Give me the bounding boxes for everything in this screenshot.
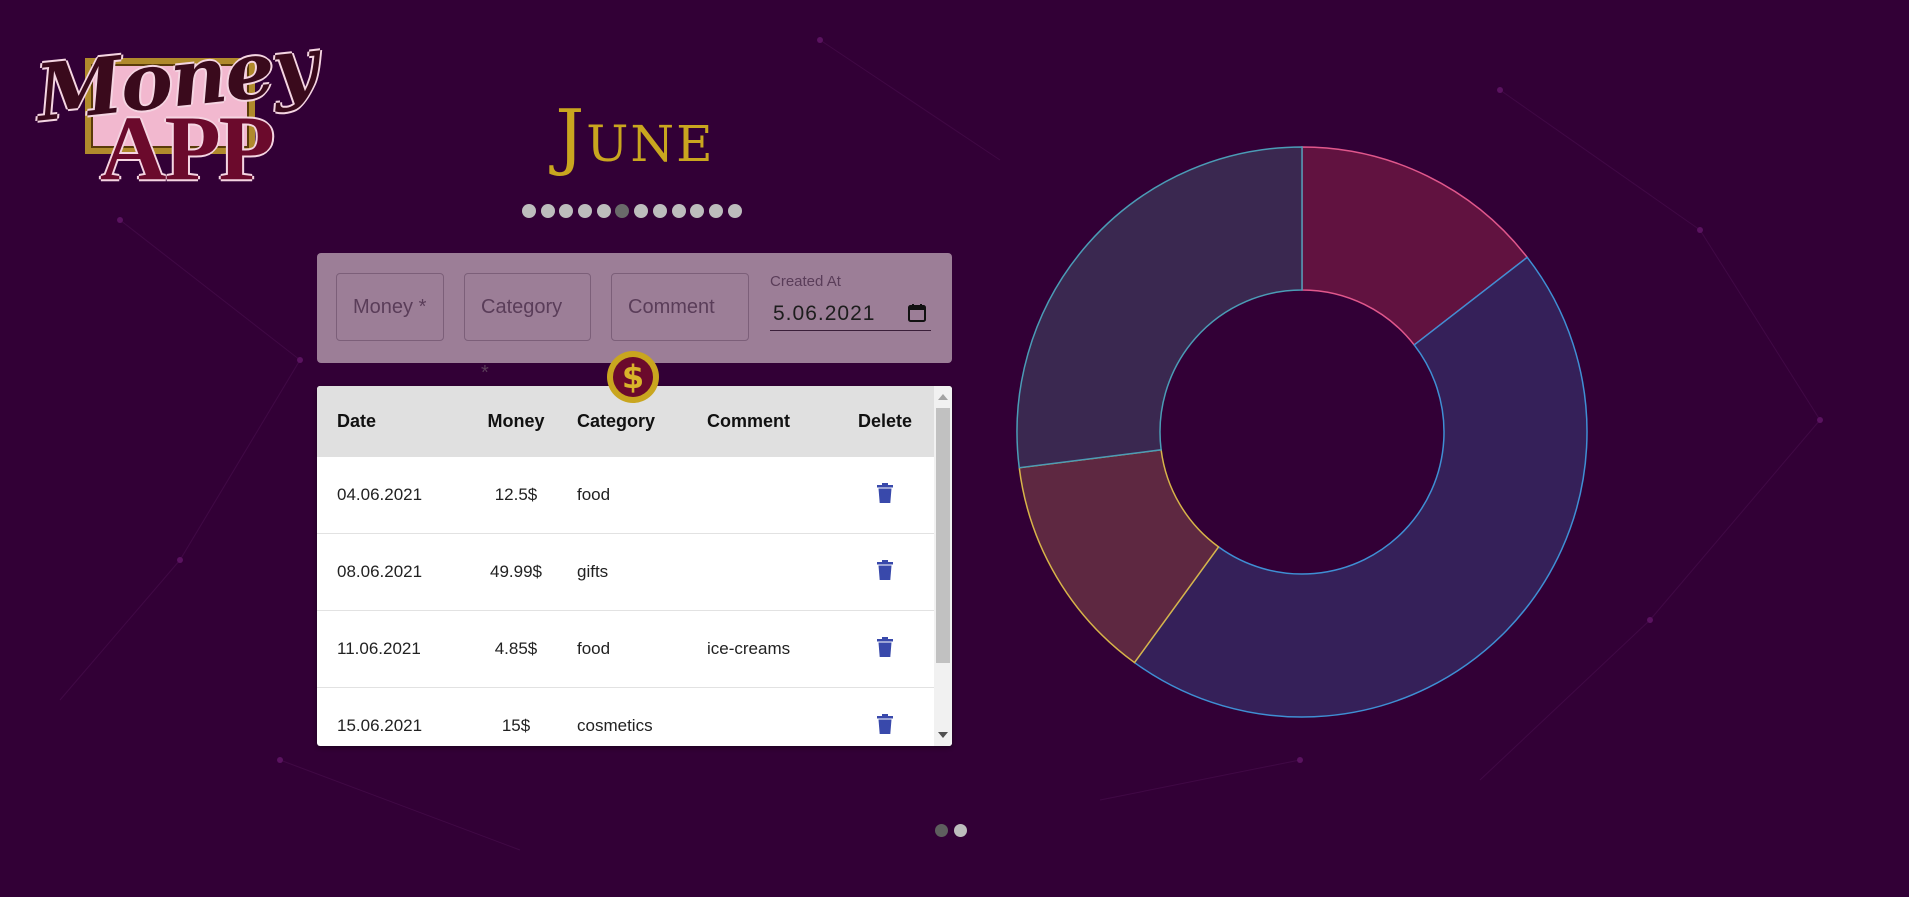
- money-input[interactable]: Money *: [336, 273, 444, 341]
- header-date[interactable]: Date: [317, 386, 467, 457]
- dollar-sign-icon: $: [613, 357, 653, 397]
- month-dot-4[interactable]: [578, 204, 593, 218]
- cell-delete: [835, 610, 935, 688]
- table-row: 11.06.2021 4.85$ food ice-creams: [317, 610, 935, 688]
- cell-comment: [707, 687, 835, 746]
- cell-comment: [707, 457, 835, 534]
- header-money[interactable]: Money: [467, 386, 565, 457]
- expenses-donut-chart: [1016, 146, 1588, 718]
- created-at-input[interactable]: 5.06.2021: [770, 297, 931, 331]
- page-dot-1[interactable]: [935, 824, 948, 837]
- donut-segment-4[interactable]: [1016, 146, 1303, 469]
- month-dot-2[interactable]: [540, 204, 555, 218]
- month-dot-10[interactable]: [690, 204, 705, 218]
- trash-icon[interactable]: [877, 559, 893, 580]
- created-at-label: Created At: [770, 273, 841, 290]
- cell-money: 4.85$: [467, 610, 565, 688]
- cell-category: food: [565, 457, 707, 534]
- month-dot-5[interactable]: [596, 204, 611, 218]
- cell-comment: ice-creams: [707, 610, 835, 688]
- table-row: 04.06.2021 12.5$ food: [317, 457, 935, 534]
- add-expense-form: Money * Category * Comment Created At 5.…: [317, 253, 952, 384]
- cell-money: 12.5$: [467, 457, 565, 534]
- month-dot-12[interactable]: [727, 204, 742, 218]
- cell-money: 15$: [467, 687, 565, 746]
- month-dot-1[interactable]: [522, 204, 536, 218]
- cell-delete: [835, 533, 935, 611]
- month-dot-7[interactable]: [634, 204, 649, 218]
- scroll-down-arrow-icon[interactable]: [938, 732, 948, 738]
- category-select[interactable]: Category *: [464, 273, 591, 384]
- page-dot-2[interactable]: [954, 824, 967, 837]
- cell-comment: [707, 533, 835, 611]
- scroll-up-arrow-icon[interactable]: [938, 394, 948, 400]
- cell-delete: [835, 687, 935, 746]
- logo-text-app: APP: [100, 97, 275, 199]
- month-selector: [522, 204, 742, 218]
- trash-icon[interactable]: [877, 636, 893, 657]
- created-at-value: 5.06.2021: [773, 302, 876, 325]
- table-scrollbar[interactable]: [934, 386, 952, 746]
- cell-delete: [835, 457, 935, 534]
- month-dot-8[interactable]: [652, 204, 667, 218]
- month-dot-9[interactable]: [671, 204, 686, 218]
- cell-date: 11.06.2021: [317, 610, 467, 688]
- cell-category: cosmetics: [565, 687, 707, 746]
- cell-category: gifts: [565, 533, 707, 611]
- calendar-icon[interactable]: [907, 303, 927, 323]
- money-app-logo: Money APP: [30, 20, 320, 200]
- header-comment[interactable]: Comment: [707, 386, 835, 457]
- expenses-table: Date Money Category Comment Delete 04.06…: [317, 386, 952, 746]
- trash-icon[interactable]: [877, 713, 893, 734]
- page-pager: [935, 824, 967, 837]
- trash-icon[interactable]: [877, 482, 893, 503]
- cell-date: 15.06.2021: [317, 687, 467, 746]
- dollar-coin-icon[interactable]: $: [607, 351, 659, 403]
- scroll-thumb[interactable]: [936, 408, 950, 663]
- month-title: June: [555, 94, 715, 178]
- created-at-field: Created At 5.06.2021: [770, 273, 931, 335]
- comment-input[interactable]: Comment: [611, 273, 749, 341]
- month-dot-11[interactable]: [708, 204, 723, 218]
- cell-date: 04.06.2021: [317, 457, 467, 534]
- table-row: 08.06.2021 49.99$ gifts: [317, 533, 935, 611]
- month-dot-6[interactable]: [615, 204, 630, 218]
- month-dot-3[interactable]: [559, 204, 574, 218]
- table-row: 15.06.2021 15$ cosmetics: [317, 687, 935, 746]
- cell-category: food: [565, 610, 707, 688]
- cell-money: 49.99$: [467, 533, 565, 611]
- cell-date: 08.06.2021: [317, 533, 467, 611]
- header-delete: Delete: [857, 411, 913, 431]
